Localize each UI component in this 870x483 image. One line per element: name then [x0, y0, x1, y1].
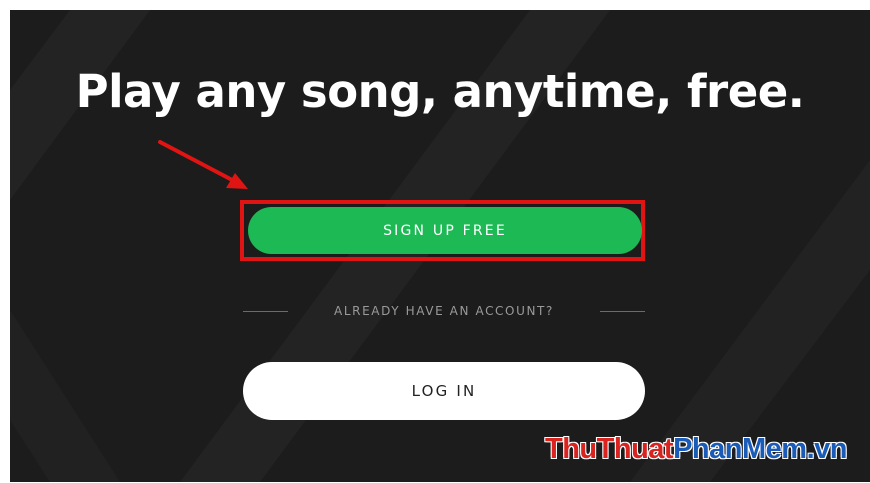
watermark-part-1: ThuThuat [545, 433, 674, 465]
sign-up-free-button[interactable]: SIGN UP FREE [248, 207, 642, 254]
divider-line-left [243, 310, 288, 312]
spotify-landing-panel: Play any song, anytime, free. SIGN UP FR… [10, 10, 870, 482]
log-in-button[interactable]: LOG IN [243, 362, 645, 420]
page-title: Play any song, anytime, free. [75, 65, 805, 118]
watermark-logo: ThuThuatPhanMem.vn [545, 433, 847, 466]
already-have-account-text: ALREADY HAVE AN ACCOUNT? [334, 304, 554, 318]
account-divider: ALREADY HAVE AN ACCOUNT? [243, 301, 645, 321]
watermark-part-3: .vn [806, 433, 848, 465]
watermark-part-2: PhanMem [673, 433, 807, 465]
divider-line-right [599, 310, 645, 312]
